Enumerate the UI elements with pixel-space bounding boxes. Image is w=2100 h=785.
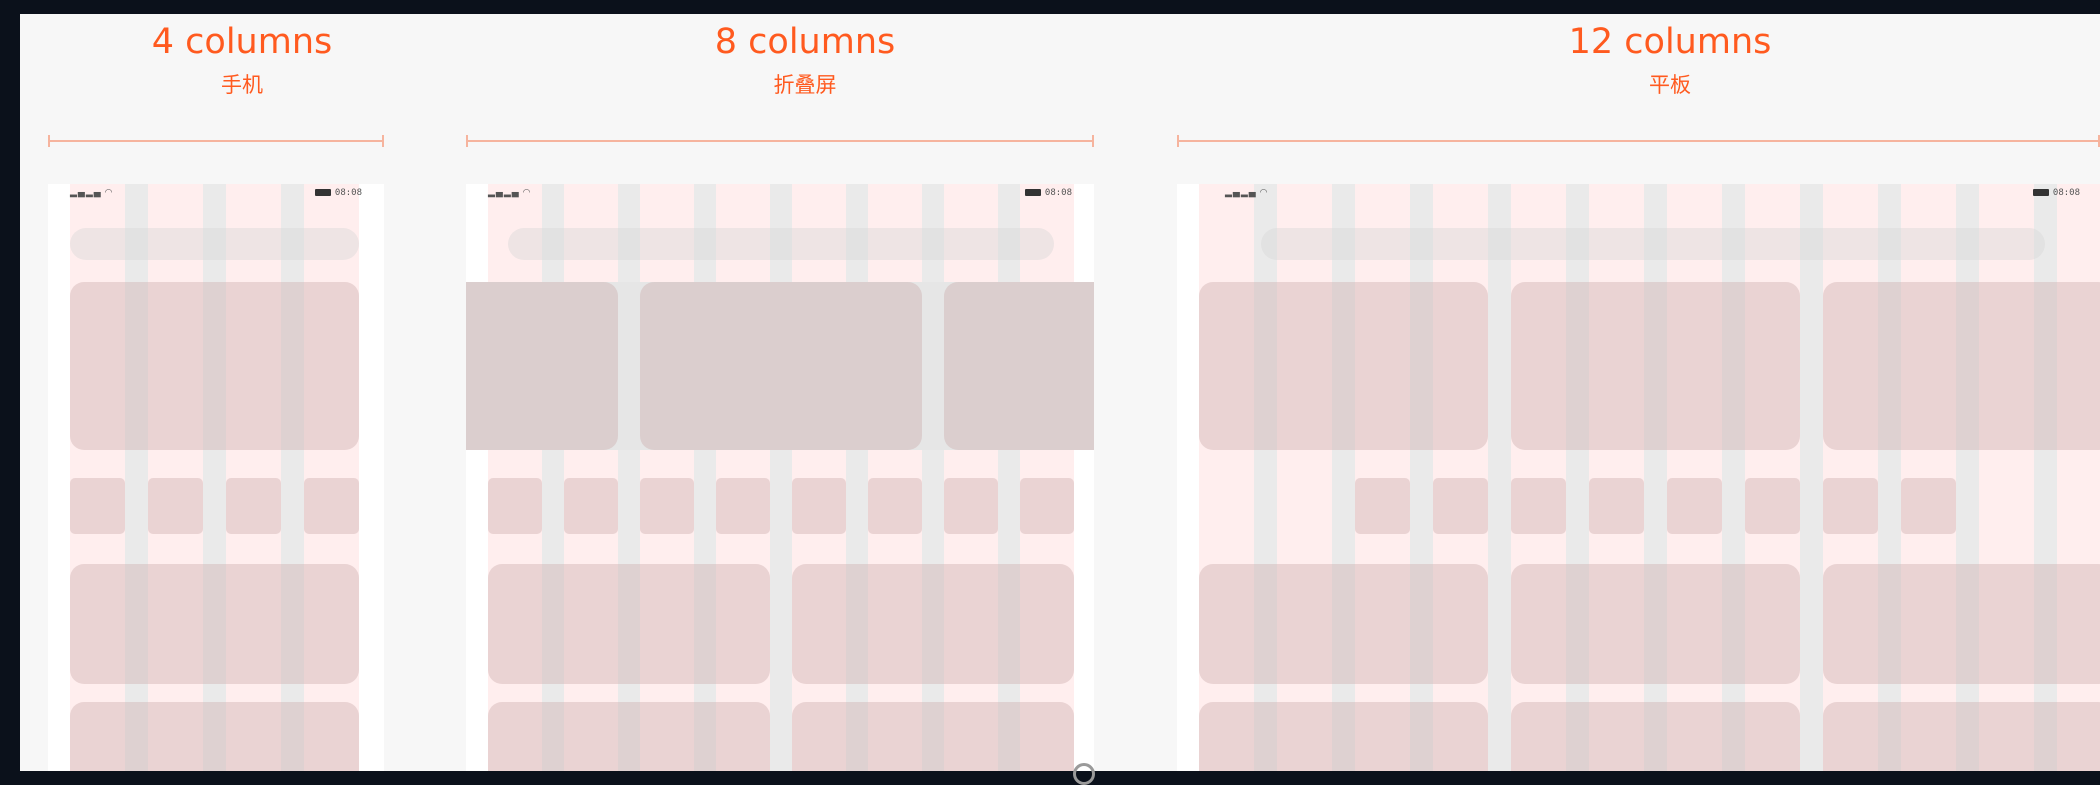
status-right: 08:08 [1024,188,1072,198]
heading-title: 12 columns [1568,22,1772,62]
search-bar-placeholder [1261,228,2045,260]
icon-block [226,478,281,534]
icon-block [1823,478,1878,534]
banner-block [1511,282,1800,450]
card-block [1511,702,1800,771]
status-signal: ▂▄▂▄ ◠ [1225,188,1267,198]
card-block [1199,564,1488,684]
banner-block [70,282,359,450]
icon-block [1589,478,1644,534]
heading-tablet: 12 columns 平板 [1320,22,2020,98]
icon-block [304,478,359,534]
search-bar-placeholder [508,228,1054,260]
width-ruler-tablet [1177,135,2100,147]
icon-block [944,478,998,534]
icon-block [1020,478,1074,534]
wifi-icon: ◠ [522,188,531,198]
card-block [70,564,359,684]
device-tablet: ▂▄▂▄ ◠ 08:08 [1177,184,2100,771]
search-bar-placeholder [70,228,359,260]
battery-icon [314,189,331,196]
icon-block [488,478,542,534]
signal-icon: ▂▄▂▄ [70,188,102,198]
status-right: 08:08 [2032,188,2080,198]
icon-block [70,478,125,534]
card-block [1823,564,2100,684]
icon-block [716,478,770,534]
status-time: 08:08 [1044,188,1072,198]
wifi-icon: ◠ [1259,188,1268,198]
heading-foldable: 8 columns 折叠屏 [495,22,1115,98]
heading-title: 8 columns [714,22,896,62]
card-block [488,702,770,771]
status-right: 08:08 [314,188,362,198]
banner-block [1823,282,2100,450]
cursor-ring-icon [1073,763,1095,785]
icon-block [1355,478,1410,534]
battery-icon [2032,189,2049,196]
carousel-card [640,282,922,450]
device-foldable: ▂▄▂▄ ◠ 08:08 [466,184,1094,771]
status-time: 08:08 [334,188,362,198]
status-signal: ▂▄▂▄ ◠ [488,188,530,198]
grid-gutter [1488,184,1511,771]
heading-phone: 4 columns 手机 [82,22,402,98]
battery-icon [1024,189,1041,196]
grid-board: 4 columns 手机 8 columns 折叠屏 12 columns 平板… [20,14,2100,771]
icon-block [1433,478,1488,534]
carousel-card [944,282,1094,450]
icon-block [792,478,846,534]
width-ruler-phone [48,135,384,147]
heading-subtitle: 手机 [221,73,263,97]
status-signal: ▂▄▂▄ ◠ [70,188,112,198]
status-time: 08:08 [2052,188,2080,198]
carousel-card [466,282,618,450]
card-block [70,702,359,771]
device-phone: ▂▄▂▄ ◠ 08:08 [48,184,384,771]
heading-subtitle: 平板 [1649,73,1691,97]
icon-block [564,478,618,534]
icon-block [1901,478,1956,534]
icon-block [1667,478,1722,534]
card-block [792,702,1074,771]
card-block [488,564,770,684]
signal-icon: ▂▄▂▄ [488,188,520,198]
grid-gutter [770,184,792,771]
card-block [1823,702,2100,771]
wifi-icon: ◠ [104,188,113,198]
icon-block [148,478,203,534]
signal-icon: ▂▄▂▄ [1225,188,1257,198]
card-block [1199,702,1488,771]
icon-block [640,478,694,534]
banner-block [1199,282,1488,450]
icon-block [868,478,922,534]
heading-title: 4 columns [151,22,333,62]
icon-block [1745,478,1800,534]
card-block [792,564,1074,684]
icon-block [1511,478,1566,534]
grid-gutter [1800,184,1823,771]
card-block [1511,564,1800,684]
heading-subtitle: 折叠屏 [773,73,837,97]
width-ruler-foldable [466,135,1094,147]
